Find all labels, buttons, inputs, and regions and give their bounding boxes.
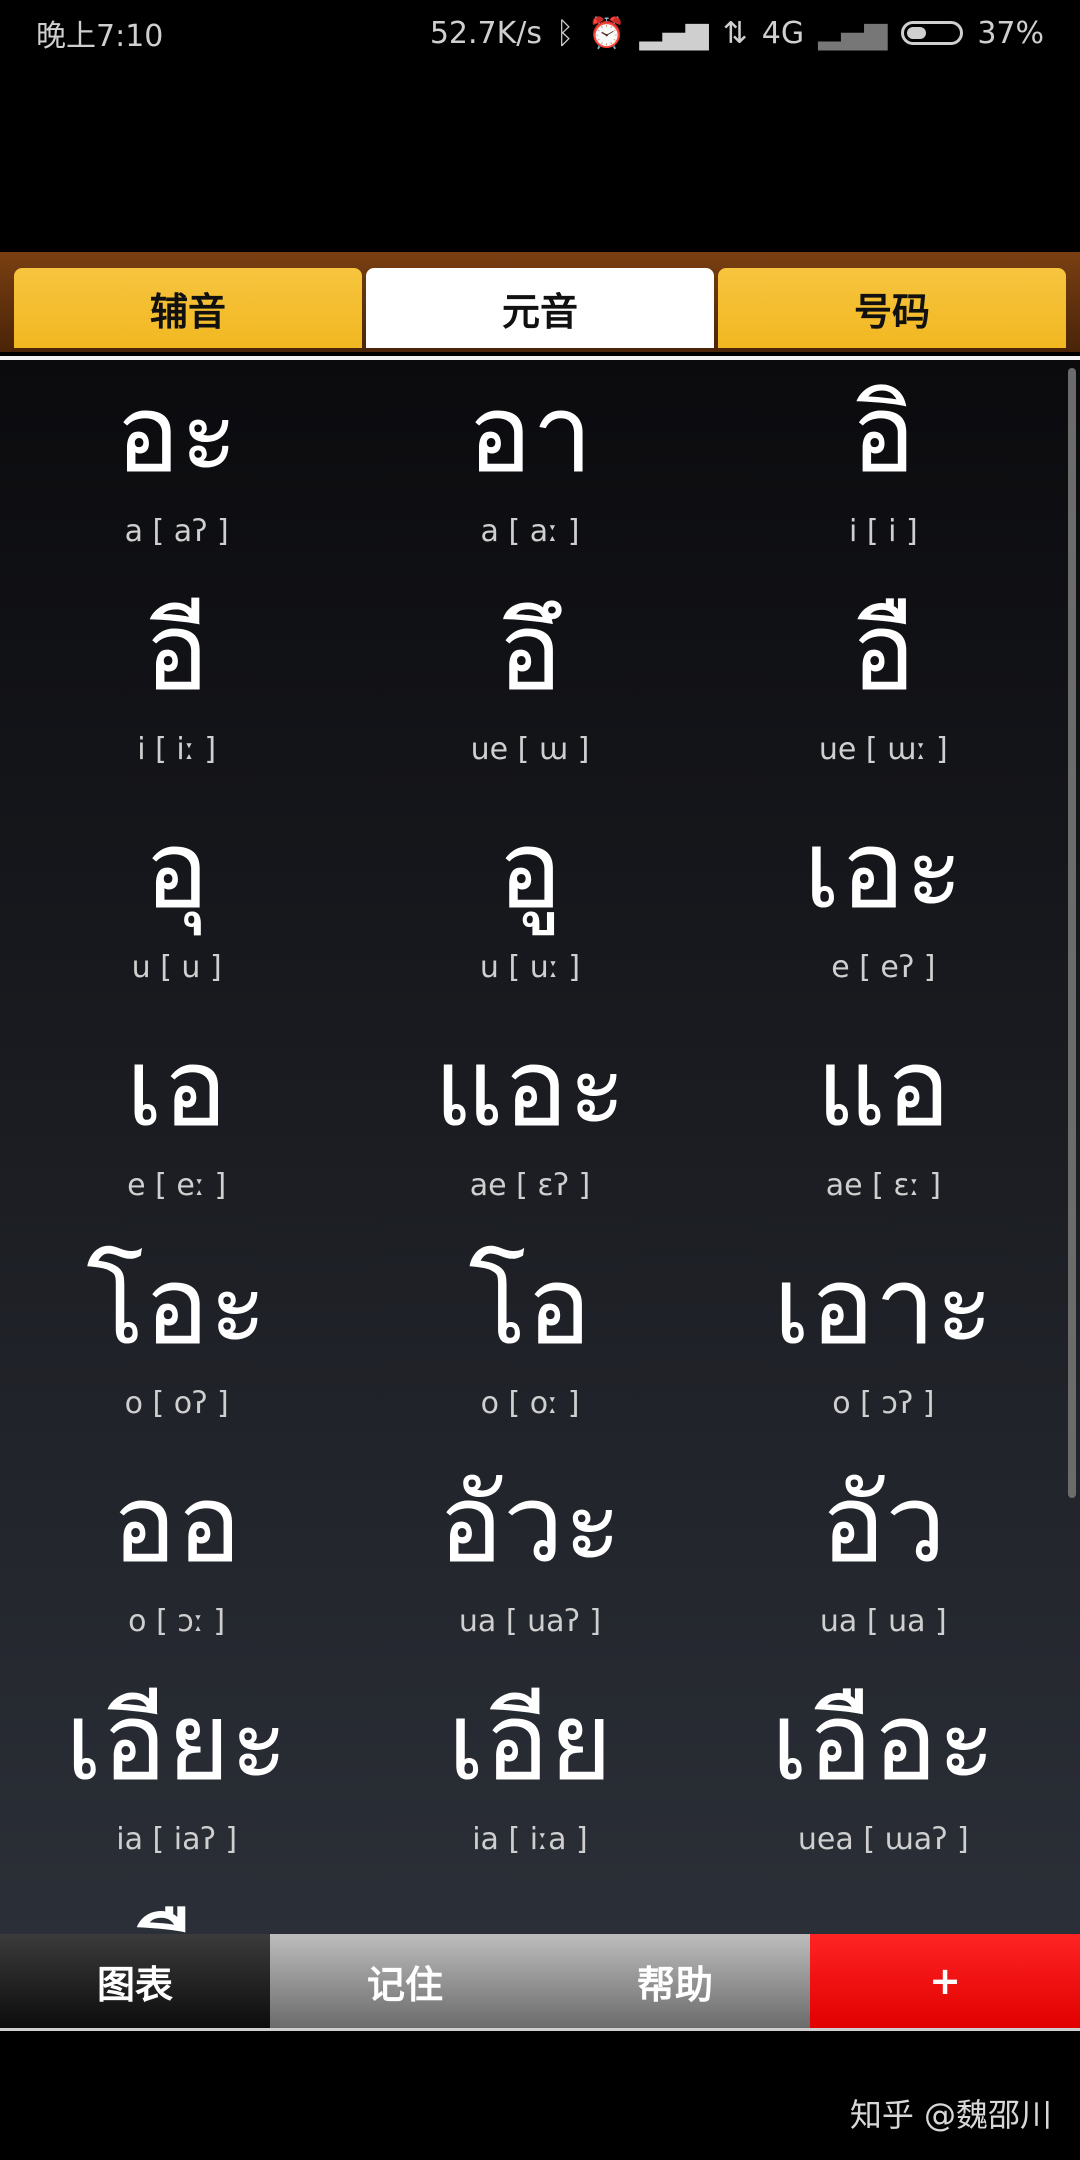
vowel-thai: เอาะ bbox=[773, 1244, 994, 1369]
vowel-romanization: u [ u ] bbox=[131, 950, 222, 985]
vowel-romanization: ae [ ɛː ] bbox=[825, 1168, 941, 1203]
vowel-romanization: o [ ɔː ] bbox=[128, 1604, 226, 1639]
vowel-romanization: i [ iː ] bbox=[137, 732, 217, 767]
vowel-romanization: ua [ uaʔ ] bbox=[458, 1604, 602, 1639]
add-button[interactable]: + bbox=[810, 1934, 1080, 2028]
vowel-thai: เอียะ bbox=[65, 1680, 289, 1805]
alarm-icon: ⏰ bbox=[588, 15, 626, 51]
vowel-cell[interactable]: อิ i [ i ] bbox=[707, 360, 1060, 578]
vowel-thai: โอะ bbox=[86, 1244, 268, 1369]
vowel-cell[interactable]: โอะ o [ oʔ ] bbox=[0, 1232, 353, 1450]
vowel-cell[interactable]: เอือะ uea [ ɯaʔ ] bbox=[707, 1668, 1060, 1886]
watermark: 知乎 @魏邵川 bbox=[849, 2096, 1052, 2134]
tab-consonants[interactable]: 辅音 bbox=[14, 268, 362, 348]
vowel-cell[interactable]: เอีย ia [ iːa ] bbox=[353, 1668, 706, 1886]
vowel-cell[interactable]: ออ o [ ɔː ] bbox=[0, 1450, 353, 1668]
vowel-romanization: e [ eʔ ] bbox=[831, 950, 936, 985]
vowel-thai: อัว bbox=[820, 1462, 947, 1587]
vowel-cell[interactable]: โอ o [ oː ] bbox=[353, 1232, 706, 1450]
tab-numbers[interactable]: 号码 bbox=[718, 268, 1066, 348]
vowel-cell[interactable]: อา a [ aː ] bbox=[353, 360, 706, 578]
vowel-romanization: a [ aː ] bbox=[480, 514, 580, 549]
vowel-thai: อู bbox=[497, 808, 563, 933]
tab-vowels[interactable]: 元音 bbox=[366, 268, 714, 348]
network-speed: 52.7K/s bbox=[429, 15, 543, 51]
network-type: 4G bbox=[761, 15, 805, 51]
vowel-romanization: u [ uː ] bbox=[479, 950, 581, 985]
vowel-cell[interactable]: อึ ue [ ɯ ] bbox=[353, 578, 706, 796]
vowel-thai: อิ bbox=[850, 372, 916, 497]
vowel-romanization: ue [ ɯː ] bbox=[818, 732, 948, 767]
signal-weak-icon: ▂▄▆ bbox=[818, 15, 888, 51]
status-time: 晚上7:10 bbox=[36, 19, 164, 54]
vowel-thai: เอือะ bbox=[771, 1680, 996, 1805]
vowel-thai: เอ bbox=[125, 1026, 228, 1151]
vowel-romanization: e [ eː ] bbox=[127, 1168, 227, 1203]
vowel-cell[interactable]: แอ ae [ ɛː ] bbox=[707, 1014, 1060, 1232]
vowel-cell[interactable]: แอะ ae [ ɛʔ ] bbox=[353, 1014, 706, 1232]
category-tabs: 辅音 元音 号码 bbox=[0, 252, 1080, 352]
vowel-romanization: ua [ ua ] bbox=[819, 1604, 947, 1639]
vowel-cell[interactable]: เอียะ ia [ iaʔ ] bbox=[0, 1668, 353, 1886]
vowel-thai: อะ bbox=[115, 372, 239, 497]
battery-percent: 37% bbox=[977, 15, 1044, 51]
data-arrows-icon: ⇅ bbox=[722, 15, 748, 51]
vowel-thai: เอือ bbox=[93, 1886, 260, 1938]
vowel-cell[interactable]: เอ e [ eː ] bbox=[0, 1014, 353, 1232]
divider bbox=[0, 2028, 1080, 2031]
signal-icon: ▂▄▆ bbox=[639, 15, 709, 51]
vowel-cell[interactable]: อุ u [ u ] bbox=[0, 796, 353, 1014]
vowel-thai: อึ bbox=[497, 590, 563, 715]
vowel-thai: โอ bbox=[468, 1244, 592, 1369]
vowel-romanization: ae [ ɛʔ ] bbox=[469, 1168, 591, 1203]
vowel-romanization: o [ oː ] bbox=[480, 1386, 580, 1421]
status-bar: 晚上7:10 52.7K/s ᛒ ⏰ ▂▄▆ ⇅ 4G ▂▄▆ 37% bbox=[0, 0, 1080, 66]
help-button[interactable]: 帮助 bbox=[540, 1934, 810, 2028]
status-right: 52.7K/s ᛒ ⏰ ▂▄▆ ⇅ 4G ▂▄▆ 37% bbox=[430, 16, 1080, 51]
vowel-romanization: o [ ɔʔ ] bbox=[832, 1386, 935, 1421]
vowel-romanization: ia [ iːa ] bbox=[472, 1822, 588, 1857]
vowel-cell[interactable]: เอะ e [ eʔ ] bbox=[707, 796, 1060, 1014]
vowel-cell[interactable]: อู u [ uː ] bbox=[353, 796, 706, 1014]
vowel-cell[interactable]: อี i [ iː ] bbox=[0, 578, 353, 796]
vowel-chart[interactable]: อะ a [ aʔ ] อา a [ aː ] อิ i [ i ] อี i [ iː ] อ… bbox=[0, 356, 1080, 1938]
vowel-cell[interactable]: เอาะ o [ ɔʔ ] bbox=[707, 1232, 1060, 1450]
bluetooth-icon: ᛒ bbox=[556, 15, 575, 51]
vowel-cell[interactable]: เอือ bbox=[0, 1886, 353, 1938]
vowel-romanization: o [ oʔ ] bbox=[124, 1386, 229, 1421]
vowel-romanization: uea [ ɯaʔ ] bbox=[797, 1822, 969, 1857]
memorize-button[interactable]: 记住 bbox=[270, 1934, 540, 2028]
vowel-cell[interactable]: อัวะ ua [ uaʔ ] bbox=[353, 1450, 706, 1668]
vowel-cell[interactable]: อื ue [ ɯː ] bbox=[707, 578, 1060, 796]
vowel-cell[interactable]: อัว ua [ ua ] bbox=[707, 1450, 1060, 1668]
vowel-romanization: ia [ iaʔ ] bbox=[116, 1822, 238, 1857]
vowel-thai: แอะ bbox=[433, 1026, 627, 1151]
vowel-romanization: i [ i ] bbox=[848, 514, 918, 549]
vowel-romanization: ue [ ɯ ] bbox=[470, 732, 590, 767]
vowel-romanization: a [ aʔ ] bbox=[124, 514, 229, 549]
scrollbar[interactable] bbox=[1068, 368, 1076, 1498]
vowel-cell[interactable]: อะ a [ aʔ ] bbox=[0, 360, 353, 578]
vowel-grid: อะ a [ aʔ ] อา a [ aː ] อิ i [ i ] อี i [ iː ] อ… bbox=[0, 360, 1060, 1938]
battery-icon bbox=[901, 21, 964, 45]
chart-button[interactable]: 图表 bbox=[0, 1934, 270, 2028]
vowel-thai: อัวะ bbox=[438, 1462, 622, 1587]
vowel-thai: ออ bbox=[111, 1462, 242, 1587]
vowel-thai: อื bbox=[850, 590, 916, 715]
vowel-thai: อุ bbox=[144, 808, 210, 933]
bottom-nav: 图表 记住 帮助 + bbox=[0, 1934, 1080, 2028]
vowel-thai: เอะ bbox=[803, 808, 964, 933]
vowel-thai: อา bbox=[467, 372, 593, 497]
vowel-thai: เอีย bbox=[447, 1680, 613, 1805]
vowel-thai: อี bbox=[144, 590, 210, 715]
vowel-thai: แอ bbox=[816, 1026, 951, 1151]
